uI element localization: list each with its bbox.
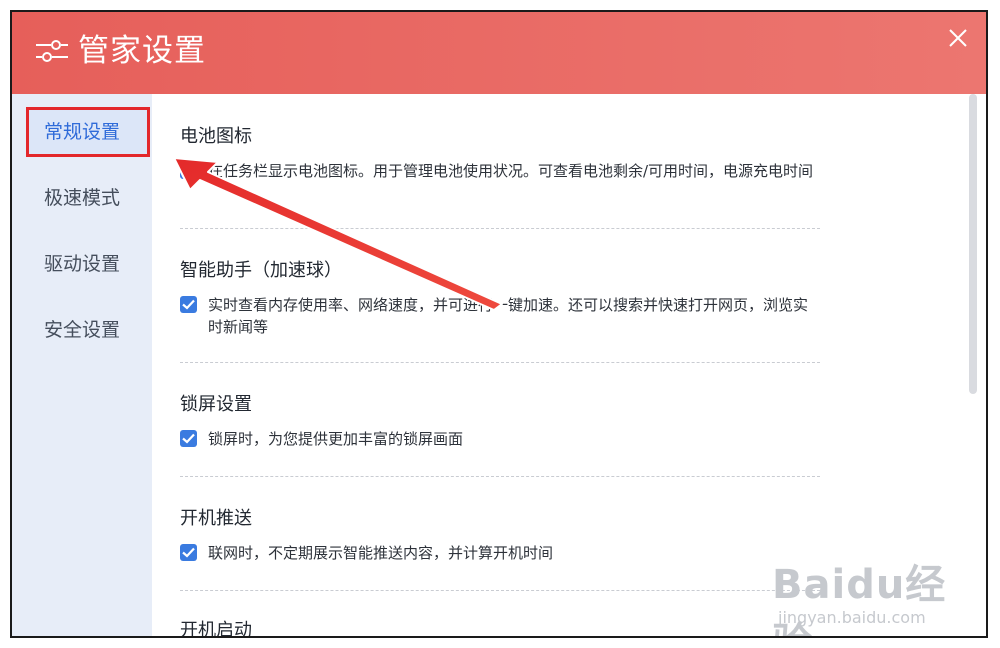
option-text: 在任务栏显示电池图标。用于管理电池使用状况。可查看电池剩余/可用时间，电源充电时… bbox=[208, 162, 814, 180]
option-battery-icon[interactable]: 在任务栏显示电池图标。用于管理电池使用状况。可查看电池剩余/可用时间，电源充电时… bbox=[180, 160, 820, 204]
section-divider bbox=[180, 228, 820, 229]
section-divider bbox=[180, 362, 820, 363]
checkbox-checked[interactable] bbox=[180, 430, 197, 447]
section-title-boot-startup: 开机启动 bbox=[180, 620, 252, 636]
checkbox-checked[interactable] bbox=[180, 544, 197, 561]
section-title-assistant: 智能助手（加速球） bbox=[180, 260, 342, 281]
section-title-battery: 电池图标 bbox=[180, 126, 252, 147]
option-assistant[interactable]: 实时查看内存使用率、网络速度，并可进行一键加速。还可以搜索并快速打开网页，浏览实… bbox=[180, 294, 820, 338]
section-title-lock-screen: 锁屏设置 bbox=[180, 394, 252, 415]
option-boot-push[interactable]: 联网时，不定期展示智能推送内容，并计算开机时间 bbox=[180, 542, 820, 564]
option-text: 实时查看内存使用率、网络速度，并可进行一键加速。还可以搜索并快速打开网页，浏览实… bbox=[208, 296, 809, 336]
settings-sidebar: 常规设置 极速模式 驱动设置 安全设置 bbox=[12, 94, 152, 636]
sidebar-item-speed-mode[interactable]: 极速模式 bbox=[12, 174, 152, 222]
section-divider bbox=[180, 590, 820, 591]
scrollbar-thumb[interactable] bbox=[969, 94, 977, 394]
option-text: 联网时，不定期展示智能推送内容，并计算开机时间 bbox=[208, 544, 554, 562]
section-divider bbox=[180, 476, 820, 477]
sidebar-item-driver[interactable]: 驱动设置 bbox=[12, 240, 152, 288]
option-text: 锁屏时，为您提供更加丰富的锁屏画面 bbox=[208, 430, 464, 448]
settings-window: 管家设置 常规设置 极速模式 驱动设置 安全设置 电池图标 在任务栏显示电池图标… bbox=[10, 10, 988, 638]
option-lock-screen[interactable]: 锁屏时，为您提供更加丰富的锁屏画面 bbox=[180, 428, 820, 450]
settings-content: 电池图标 在任务栏显示电池图标。用于管理电池使用状况。可查看电池剩余/可用时间，… bbox=[152, 94, 986, 636]
section-title-boot-push: 开机推送 bbox=[180, 508, 252, 529]
settings-sliders-icon bbox=[36, 40, 68, 62]
sidebar-item-security[interactable]: 安全设置 bbox=[12, 306, 152, 354]
close-icon[interactable] bbox=[946, 26, 970, 50]
checkbox-checked[interactable] bbox=[180, 296, 197, 313]
title-bar: 管家设置 bbox=[12, 12, 986, 94]
checkbox-unchecked[interactable] bbox=[180, 162, 197, 179]
window-title: 管家设置 bbox=[78, 33, 206, 69]
sidebar-item-general[interactable]: 常规设置 bbox=[12, 108, 152, 156]
